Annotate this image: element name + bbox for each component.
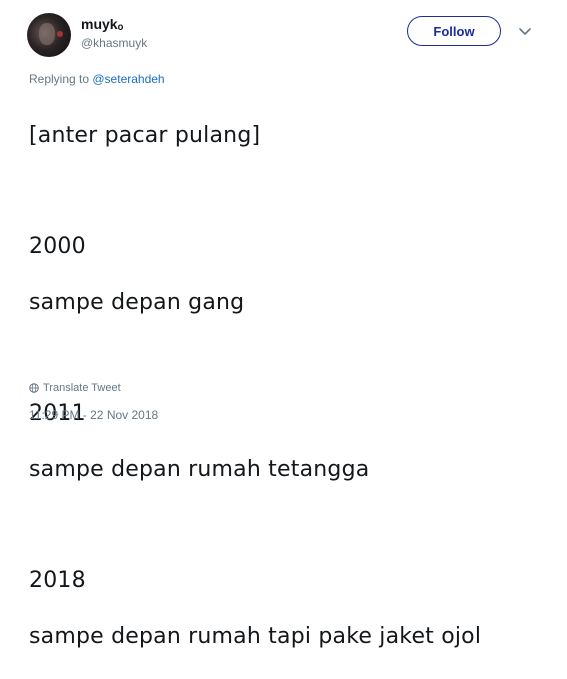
avatar[interactable] [27, 13, 71, 57]
translate-label: Translate Tweet [43, 382, 121, 394]
replying-to-label: Replying to [29, 72, 93, 86]
globe-icon [29, 383, 39, 393]
tweet-line-gap [29, 512, 549, 539]
avatar-red-light [57, 31, 63, 37]
chevron-down-icon[interactable] [518, 26, 532, 38]
replying-to: Replying to @seterahdeh [29, 72, 165, 86]
tweet-line: sampe depan rumah tetangga [29, 457, 370, 482]
reply-mention-link[interactable]: @seterahdeh [92, 72, 164, 86]
tweet-line-gap [29, 345, 549, 372]
tweet-line: 2018 [29, 568, 86, 593]
avatar-face-shape [39, 23, 55, 45]
username[interactable]: @khasmuyk [81, 36, 147, 50]
tweet-line: 2000 [29, 234, 86, 259]
tweet-timestamp[interactable]: 11:29 PM - 22 Nov 2018 [29, 408, 158, 422]
tweet-line: sampe depan gang [29, 290, 245, 315]
tweet-line-gap [29, 178, 549, 205]
display-name[interactable]: muykₒ [81, 16, 123, 32]
tweet-card: muykₒ @khasmuyk Follow Replying to @sete… [0, 0, 567, 649]
translate-tweet-link[interactable]: Translate Tweet [29, 382, 121, 394]
follow-button[interactable]: Follow [407, 16, 501, 46]
tweet-line: sampe depan rumah tapi pake jaket ojol [29, 624, 482, 649]
tweet-line: [anter pacar pulang] [29, 123, 261, 148]
